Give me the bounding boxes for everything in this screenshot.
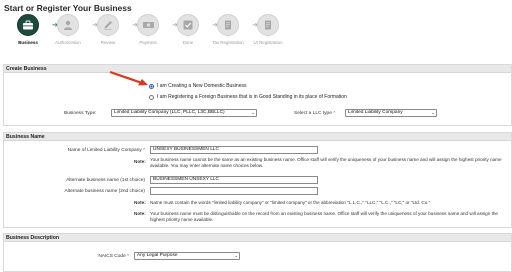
company-name-input[interactable]: UNSEXY BUSINESSMEN LLC xyxy=(150,146,318,154)
chevron-down-icon: ⌄ xyxy=(234,253,238,258)
section-header: Business Name xyxy=(4,133,511,141)
note-text: Your business name must be distinguishab… xyxy=(150,211,498,222)
step-label: Business xyxy=(18,40,38,45)
business-type-select[interactable]: Limited Liability Company (LLC, PLLC, L3… xyxy=(111,109,257,117)
business-type-label: Business Type: xyxy=(64,111,97,116)
create-business-section: Create Business I am Creating a New Dome… xyxy=(3,64,512,126)
chevron-down-icon: ⌄ xyxy=(431,110,435,115)
step-authorization[interactable]: Authorization ➔ xyxy=(46,14,98,45)
naics-code-label: NAICS Code * xyxy=(98,254,129,259)
radio-button[interactable] xyxy=(149,83,154,89)
option-label: I am Creating a New Domestic Business xyxy=(157,83,247,89)
chevron-down-icon: ⌄ xyxy=(251,110,255,115)
briefcase-icon xyxy=(17,14,39,36)
naics-code-select[interactable]: Any Legal Purpose ⌄ xyxy=(134,252,240,260)
step-label: Tax Registration xyxy=(212,40,244,45)
radio-button[interactable] xyxy=(149,94,154,100)
option-label: I am Registering a Foreign Business that… xyxy=(157,94,347,100)
step-review[interactable]: Review ➔ xyxy=(86,14,138,45)
alt-name-1-input[interactable]: BUSINESSMEN UNSEXY LLC xyxy=(150,176,318,184)
alt-name-2-label: Alternate business name (2nd choice) xyxy=(64,189,145,194)
step-ui-registration[interactable]: UI Registration xyxy=(246,14,290,45)
annotation-arrow-icon xyxy=(109,70,148,86)
checkmark-icon xyxy=(177,14,199,36)
note-text: Name must contain the words "limited lia… xyxy=(150,200,431,205)
step-payment[interactable]: Payment ➔ xyxy=(126,14,178,45)
document-icon xyxy=(257,14,279,36)
option-new-domestic[interactable]: I am Creating a New Domestic Business xyxy=(149,83,246,89)
step-label: Review xyxy=(100,40,116,45)
business-description-section: Business Description NAICS Code * Any Le… xyxy=(3,233,512,272)
step-label: UI Registration xyxy=(253,40,283,45)
alt-name-1-label: Alternate business name (1st choice) xyxy=(66,178,145,183)
person-icon xyxy=(57,14,79,36)
page-title: Start or Register Your Business xyxy=(4,3,132,13)
step-label: Authorization xyxy=(55,40,81,45)
money-icon xyxy=(137,14,159,36)
section-header: Create Business xyxy=(4,65,511,73)
note-label: Note: xyxy=(134,211,146,216)
step-done[interactable]: Done ➔ xyxy=(166,14,218,45)
note-label: Note: xyxy=(134,159,146,164)
step-business[interactable]: Business ➔ xyxy=(6,14,58,45)
note-text: Your business name cannot be the same as… xyxy=(150,157,502,168)
llc-type-select[interactable]: Limited Liability Company ⌄ xyxy=(345,109,437,117)
step-label: Done xyxy=(182,40,194,45)
progress-steps: Business ➔ Authorization ➔ Review ➔ Paym… xyxy=(6,14,306,54)
step-label: Payment xyxy=(139,40,157,45)
section-header: Business Description xyxy=(4,234,511,242)
document-icon xyxy=(217,14,239,36)
company-name-label: Name of Limited Liability Company * xyxy=(67,148,145,153)
alt-name-2-input[interactable] xyxy=(150,187,318,195)
pen-icon xyxy=(97,14,119,36)
business-name-section: Business Name Name of Limited Liability … xyxy=(3,132,512,228)
llc-type-label: Select a LLC type * xyxy=(294,111,336,116)
step-tax-registration[interactable]: Tax Registration ➔ xyxy=(206,14,258,45)
option-foreign[interactable]: I am Registering a Foreign Business that… xyxy=(149,94,347,100)
note-label: Note: xyxy=(134,200,146,205)
